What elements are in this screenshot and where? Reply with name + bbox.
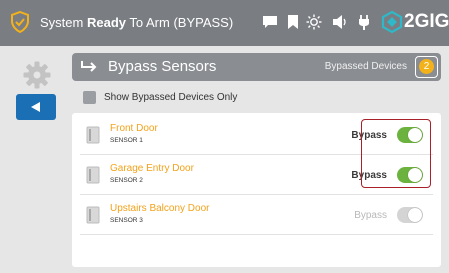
- bypassed-count: 2: [419, 59, 434, 74]
- gear-icon[interactable]: [22, 60, 52, 90]
- bypass-toggle[interactable]: [397, 127, 423, 143]
- return-arrow-icon[interactable]: [80, 59, 98, 75]
- bypass-toggle[interactable]: [397, 167, 423, 183]
- page-title: Bypass Sensors: [108, 58, 217, 75]
- bypass-label: Bypass: [351, 130, 387, 141]
- page-title-bar: Bypass Sensors Bypassed Devices 2: [72, 53, 441, 81]
- sensor-row-front-door: Front Door SENSOR 1 Bypass: [80, 117, 433, 155]
- show-bypassed-checkbox[interactable]: [83, 91, 96, 104]
- sensor-row-garage-entry-door: Garage Entry Door SENSOR 2 Bypass: [80, 157, 433, 195]
- sensor-number: SENSOR 2: [110, 177, 143, 184]
- status-header: System Ready To Arm (BYPASS) 2GIG: [0, 0, 449, 46]
- bypass-toggle[interactable]: [397, 207, 423, 223]
- sensor-row-upstairs-balcony-door: Upstairs Balcony Door SENSOR 3 Bypass: [80, 197, 433, 235]
- back-button[interactable]: [16, 94, 56, 120]
- sensor-number: SENSOR 1: [110, 137, 143, 144]
- shield-check-icon: [11, 11, 29, 33]
- bypassed-devices-label: Bypassed Devices: [324, 61, 407, 72]
- sensor-number: SENSOR 3: [110, 217, 143, 224]
- plug-icon[interactable]: [358, 14, 370, 30]
- sensor-name: Front Door: [110, 123, 158, 134]
- brand-text: 2GIG: [404, 11, 449, 32]
- bypassed-count-badge[interactable]: 2: [415, 56, 438, 78]
- brand-logo: 2GIG: [380, 10, 449, 34]
- sensor-name: Upstairs Balcony Door: [110, 203, 210, 214]
- status-prefix: System: [40, 15, 87, 30]
- show-bypassed-filter[interactable]: Show Bypassed Devices Only: [83, 91, 237, 104]
- door-sensor-icon: [86, 166, 100, 184]
- status-ready: Ready: [86, 15, 126, 30]
- door-sensor-icon: [86, 206, 100, 224]
- brightness-icon[interactable]: [306, 14, 322, 30]
- bypass-label: Bypass: [351, 170, 387, 181]
- show-bypassed-label: Show Bypassed Devices Only: [104, 92, 238, 103]
- system-status-text: System Ready To Arm (BYPASS): [40, 15, 233, 30]
- message-icon[interactable]: [262, 14, 278, 30]
- sensor-name: Garage Entry Door: [110, 163, 194, 174]
- back-arrow-icon: [31, 102, 40, 112]
- brand-logo-icon: [381, 10, 403, 34]
- bookmark-icon[interactable]: [287, 14, 299, 30]
- bypass-label: Bypass: [354, 210, 387, 221]
- status-suffix: To Arm (BYPASS): [126, 15, 234, 30]
- volume-icon[interactable]: [332, 14, 349, 30]
- sensor-list: Front Door SENSOR 1 Bypass Garage Entry …: [72, 113, 441, 267]
- door-sensor-icon: [86, 126, 100, 144]
